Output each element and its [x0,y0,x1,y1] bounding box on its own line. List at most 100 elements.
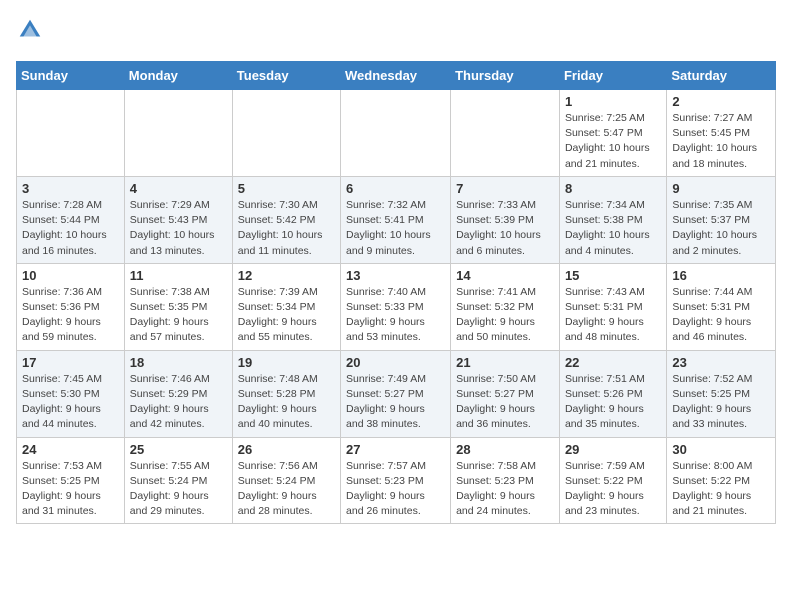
calendar-cell [232,90,340,177]
day-info: Sunrise: 7:56 AMSunset: 5:24 PMDaylight:… [238,459,335,520]
day-info: Sunrise: 7:59 AMSunset: 5:22 PMDaylight:… [565,459,661,520]
day-number: 28 [456,442,554,457]
calendar-cell: 18 Sunrise: 7:46 AMSunset: 5:29 PMDayligh… [124,350,232,437]
calendar-week: 1 Sunrise: 7:25 AMSunset: 5:47 PMDaylight… [17,90,776,177]
day-info: Sunrise: 7:34 AMSunset: 5:38 PMDaylight:… [565,198,661,259]
calendar-week: 24 Sunrise: 7:53 AMSunset: 5:25 PMDayligh… [17,437,776,524]
day-info: Sunrise: 7:40 AMSunset: 5:33 PMDaylight:… [346,285,445,346]
calendar-cell: 21Sunrise: 7:50 AMSunset: 5:27 PMDayligh… [451,350,560,437]
calendar-cell: 17 Sunrise: 7:45 AMSunset: 5:30 PMDayligh… [17,350,125,437]
day-number: 14 [456,268,554,283]
calendar-cell [341,90,451,177]
day-number: 9 [672,181,770,196]
calendar-cell: 1 Sunrise: 7:25 AMSunset: 5:47 PMDaylight… [559,90,666,177]
day-number: 22 [565,355,661,370]
day-number: 25 [130,442,227,457]
calendar-cell [17,90,125,177]
header [16,16,776,49]
calendar-cell: 29 Sunrise: 7:59 AMSunset: 5:22 PMDayligh… [559,437,666,524]
calendar-cell: 19Sunrise: 7:48 AMSunset: 5:28 PMDayligh… [232,350,340,437]
calendar-cell: 27 Sunrise: 7:57 AMSunset: 5:23 PMDayligh… [341,437,451,524]
day-number: 7 [456,181,554,196]
dow-header: Tuesday [232,62,340,90]
day-number: 10 [22,268,119,283]
logo [16,16,48,49]
day-number: 4 [130,181,227,196]
calendar-cell: 5 Sunrise: 7:30 AMSunset: 5:42 PMDaylight… [232,176,340,263]
calendar-cell: 20Sunrise: 7:49 AMSunset: 5:27 PMDayligh… [341,350,451,437]
day-info: Sunrise: 7:36 AMSunset: 5:36 PMDaylight:… [22,285,119,346]
calendar-week: 3 Sunrise: 7:28 AMSunset: 5:44 PMDaylight… [17,176,776,263]
dow-header: Thursday [451,62,560,90]
day-number: 12 [238,268,335,283]
day-info: Sunrise: 7:57 AMSunset: 5:23 PMDaylight:… [346,459,445,520]
day-info: Sunrise: 7:35 AMSunset: 5:37 PMDaylight:… [672,198,770,259]
day-number: 23 [672,355,770,370]
calendar-cell: 7 Sunrise: 7:33 AMSunset: 5:39 PMDaylight… [451,176,560,263]
calendar-cell: 4Sunrise: 7:29 AMSunset: 5:43 PMDaylight… [124,176,232,263]
day-number: 29 [565,442,661,457]
day-info: Sunrise: 7:52 AMSunset: 5:25 PMDaylight:… [672,372,770,433]
calendar-cell: 30 Sunrise: 8:00 AMSunset: 5:22 PMDayligh… [667,437,776,524]
day-number: 24 [22,442,119,457]
day-info: Sunrise: 7:32 AMSunset: 5:41 PMDaylight:… [346,198,445,259]
day-number: 26 [238,442,335,457]
day-number: 8 [565,181,661,196]
calendar-cell: 14 Sunrise: 7:41 AMSunset: 5:32 PMDayligh… [451,263,560,350]
day-number: 5 [238,181,335,196]
day-number: 3 [22,181,119,196]
day-number: 21 [456,355,554,370]
day-info: Sunrise: 7:58 AMSunset: 5:23 PMDaylight:… [456,459,554,520]
day-info: Sunrise: 7:49 AMSunset: 5:27 PMDaylight:… [346,372,445,433]
calendar-cell: 28 Sunrise: 7:58 AMSunset: 5:23 PMDayligh… [451,437,560,524]
calendar-cell: 3 Sunrise: 7:28 AMSunset: 5:44 PMDaylight… [17,176,125,263]
calendar-cell: 12 Sunrise: 7:39 AMSunset: 5:34 PMDayligh… [232,263,340,350]
dow-header: Wednesday [341,62,451,90]
day-number: 11 [130,268,227,283]
day-info: Sunrise: 7:55 AMSunset: 5:24 PMDaylight:… [130,459,227,520]
day-info: Sunrise: 7:30 AMSunset: 5:42 PMDaylight:… [238,198,335,259]
day-info: Sunrise: 7:53 AMSunset: 5:25 PMDaylight:… [22,459,119,520]
day-info: Sunrise: 7:41 AMSunset: 5:32 PMDaylight:… [456,285,554,346]
day-info: Sunrise: 7:25 AMSunset: 5:47 PMDaylight:… [565,111,661,172]
calendar-cell: 24 Sunrise: 7:53 AMSunset: 5:25 PMDayligh… [17,437,125,524]
dow-header: Sunday [17,62,125,90]
calendar-cell: 16 Sunrise: 7:44 AMSunset: 5:31 PMDayligh… [667,263,776,350]
day-info: Sunrise: 7:46 AMSunset: 5:29 PMDaylight:… [130,372,227,433]
day-info: Sunrise: 7:33 AMSunset: 5:39 PMDaylight:… [456,198,554,259]
calendar-cell: 11 Sunrise: 7:38 AMSunset: 5:35 PMDayligh… [124,263,232,350]
day-info: Sunrise: 7:27 AMSunset: 5:45 PMDaylight:… [672,111,770,172]
day-number: 18 [130,355,227,370]
day-number: 30 [672,442,770,457]
day-number: 2 [672,94,770,109]
dow-header: Monday [124,62,232,90]
day-number: 15 [565,268,661,283]
day-number: 6 [346,181,445,196]
day-number: 17 [22,355,119,370]
calendar-cell [451,90,560,177]
day-info: Sunrise: 7:28 AMSunset: 5:44 PMDaylight:… [22,198,119,259]
day-info: Sunrise: 7:45 AMSunset: 5:30 PMDaylight:… [22,372,119,433]
calendar-table: SundayMondayTuesdayWednesdayThursdayFrid… [16,61,776,524]
day-info: Sunrise: 8:00 AMSunset: 5:22 PMDaylight:… [672,459,770,520]
day-info: Sunrise: 7:48 AMSunset: 5:28 PMDaylight:… [238,372,335,433]
calendar-cell: 13Sunrise: 7:40 AMSunset: 5:33 PMDayligh… [341,263,451,350]
day-number: 16 [672,268,770,283]
calendar-week: 17 Sunrise: 7:45 AMSunset: 5:30 PMDayligh… [17,350,776,437]
calendar-cell: 22 Sunrise: 7:51 AMSunset: 5:26 PMDayligh… [559,350,666,437]
calendar-cell: 8 Sunrise: 7:34 AMSunset: 5:38 PMDaylight… [559,176,666,263]
dow-header: Friday [559,62,666,90]
calendar-body: 1 Sunrise: 7:25 AMSunset: 5:47 PMDaylight… [17,90,776,524]
calendar-cell: 9 Sunrise: 7:35 AMSunset: 5:37 PMDaylight… [667,176,776,263]
day-number: 1 [565,94,661,109]
calendar-cell: 25 Sunrise: 7:55 AMSunset: 5:24 PMDayligh… [124,437,232,524]
calendar-cell: 10 Sunrise: 7:36 AMSunset: 5:36 PMDayligh… [17,263,125,350]
day-info: Sunrise: 7:38 AMSunset: 5:35 PMDaylight:… [130,285,227,346]
day-info: Sunrise: 7:43 AMSunset: 5:31 PMDaylight:… [565,285,661,346]
day-number: 27 [346,442,445,457]
day-info: Sunrise: 7:39 AMSunset: 5:34 PMDaylight:… [238,285,335,346]
calendar-week: 10 Sunrise: 7:36 AMSunset: 5:36 PMDayligh… [17,263,776,350]
day-info: Sunrise: 7:44 AMSunset: 5:31 PMDaylight:… [672,285,770,346]
calendar-cell: 15 Sunrise: 7:43 AMSunset: 5:31 PMDayligh… [559,263,666,350]
day-info: Sunrise: 7:51 AMSunset: 5:26 PMDaylight:… [565,372,661,433]
